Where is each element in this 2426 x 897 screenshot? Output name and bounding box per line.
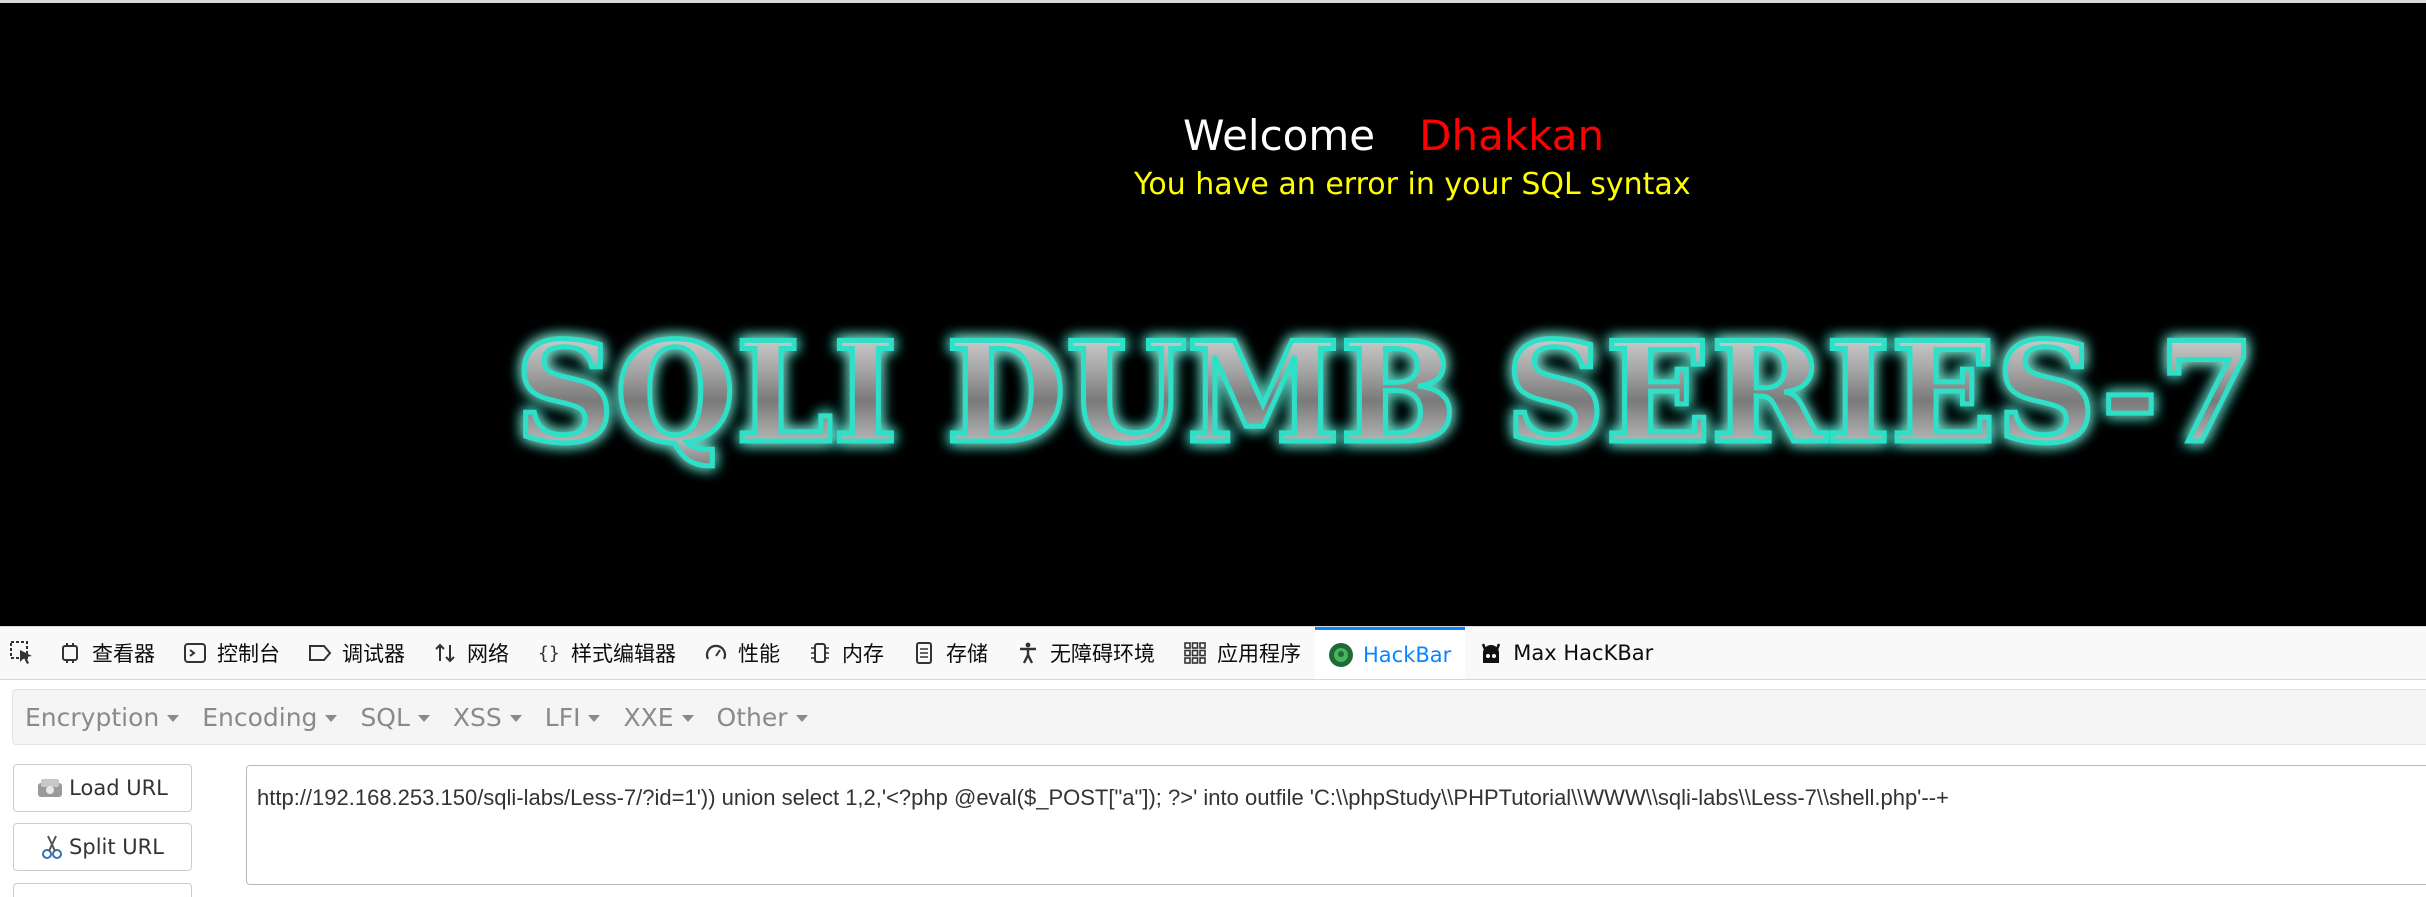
hackbar-icon	[1327, 641, 1355, 669]
load-url-button[interactable]: Load URL	[13, 764, 192, 812]
hackbar-menu: Encryption Encoding SQL XSS LFI XXE Other	[12, 689, 2426, 745]
devtools-tab-label: 网络	[467, 642, 509, 666]
hackbar-menu-label: XSS	[452, 702, 502, 732]
hackbar-menu-encoding[interactable]: Encoding	[191, 703, 348, 732]
chevron-down-icon	[167, 715, 180, 722]
element-picker-button[interactable]	[0, 627, 44, 679]
chevron-down-icon	[588, 715, 601, 722]
hackbar-menu-label: Encryption	[25, 702, 160, 732]
hackbar-menu-xss[interactable]: XSS	[442, 703, 533, 732]
devtools-tab-label: 控制台	[217, 642, 280, 666]
debugger-icon	[306, 639, 334, 667]
load-url-icon	[37, 777, 63, 799]
devtools-tab-performance[interactable]: 性能	[690, 627, 794, 679]
devtools-tab-application[interactable]: 应用程序	[1169, 627, 1315, 679]
devtools-tab-label: 内存	[842, 642, 884, 666]
hackbar-menu-bar: Encryption Encoding SQL XSS LFI XXE Other	[0, 681, 2426, 757]
hackbar-menu-label: LFI	[544, 702, 581, 732]
devtools-toolbar: 查看器 控制台 调试器 网络 {} 样式编辑器 性能 内存 存储 无障碍环境 应用程序 HackBar…	[0, 626, 2426, 680]
max-hackbar-icon	[1477, 639, 1505, 667]
series-banner: SQLI DUMB SERIES-7	[505, 303, 2265, 483]
url-input-value: http://192.168.253.150/sqli-labs/Less-7/…	[257, 785, 1949, 810]
storage-icon	[910, 639, 938, 667]
chevron-down-icon	[795, 715, 808, 722]
devtools-tab-hackbar[interactable]: HackBar	[1315, 627, 1466, 679]
execute-button[interactable]	[13, 883, 192, 897]
accessibility-icon	[1014, 639, 1042, 667]
devtools-tab-storage[interactable]: 存储	[898, 627, 1002, 679]
network-icon	[431, 639, 459, 667]
inspector-icon	[56, 639, 84, 667]
banner-text: SQLI DUMB SERIES-7	[515, 311, 2255, 474]
sql-error-message: You have an error in your SQL syntax	[1134, 167, 1691, 202]
devtools-tab-label: 查看器	[92, 642, 155, 666]
devtools-tab-label: 样式编辑器	[571, 642, 676, 666]
chevron-down-icon	[417, 715, 430, 722]
chevron-down-icon	[509, 715, 522, 722]
welcome-label: Welcome	[1183, 111, 1376, 160]
hackbar-menu-label: Other	[716, 702, 788, 732]
welcome-name: Dhakkan	[1419, 111, 1605, 160]
hackbar-menu-lfi[interactable]: LFI	[534, 703, 612, 732]
split-url-button[interactable]: Split URL	[13, 823, 192, 871]
style-editor-icon: {}	[535, 639, 563, 667]
devtools-tab-label: Max HacKBar	[1513, 641, 1654, 665]
hackbar-menu-label: Encoding	[202, 702, 318, 732]
welcome-line: Welcome Dhakkan	[1183, 111, 1604, 160]
memory-icon	[806, 639, 834, 667]
performance-icon	[702, 639, 730, 667]
devtools-tab-debugger[interactable]: 调试器	[294, 627, 419, 679]
screen: Welcome Dhakkan You have an error in your…	[0, 0, 2426, 897]
devtools-tab-console[interactable]: 控制台	[169, 627, 294, 679]
devtools-tabs: 查看器 控制台 调试器 网络 {} 样式编辑器 性能 内存 存储 无障碍环境 应用程序 HackBar…	[44, 627, 1667, 679]
devtools-tab-network[interactable]: 网络	[419, 627, 523, 679]
devtools-tab-memory[interactable]: 内存	[794, 627, 898, 679]
scissors-icon	[41, 834, 63, 860]
hackbar-menu-xxe[interactable]: XXE	[612, 703, 704, 732]
chevron-down-icon	[681, 715, 694, 722]
hackbar-menu-label: XXE	[623, 702, 674, 732]
svg-text:{}: {}	[538, 643, 560, 664]
chevron-down-icon	[325, 715, 338, 722]
hackbar-body: Load URL Split URL http://192.168.253.15…	[0, 757, 2426, 897]
devtools-tab-style-editor[interactable]: {} 样式编辑器	[523, 627, 690, 679]
devtools-tab-label: 性能	[738, 642, 780, 666]
devtools-tab-label: 无障碍环境	[1050, 642, 1155, 666]
load-url-label: Load URL	[69, 776, 168, 800]
application-icon	[1181, 639, 1209, 667]
url-input[interactable]: http://192.168.253.150/sqli-labs/Less-7/…	[246, 765, 2426, 885]
devtools-tab-label: 存储	[946, 642, 988, 666]
devtools-tab-label: 应用程序	[1217, 642, 1301, 666]
hackbar-menu-label: SQL	[360, 702, 410, 732]
devtools-tab-inspector[interactable]: 查看器	[44, 627, 169, 679]
web-page: Welcome Dhakkan You have an error in your…	[0, 0, 2426, 626]
split-url-label: Split URL	[69, 835, 164, 859]
hackbar-menu-other[interactable]: Other	[706, 703, 819, 732]
devtools-tab-label: HackBar	[1363, 642, 1452, 667]
hackbar-menu-sql[interactable]: SQL	[349, 703, 440, 732]
devtools-tab-label: 调试器	[342, 642, 405, 666]
hackbar-menu-encryption[interactable]: Encryption	[14, 703, 190, 732]
devtools-tab-max-hackbar[interactable]: Max HacKBar	[1465, 627, 1667, 679]
devtools-tab-accessibility[interactable]: 无障碍环境	[1002, 627, 1169, 679]
element-picker-icon	[10, 641, 32, 664]
console-icon	[181, 639, 209, 667]
